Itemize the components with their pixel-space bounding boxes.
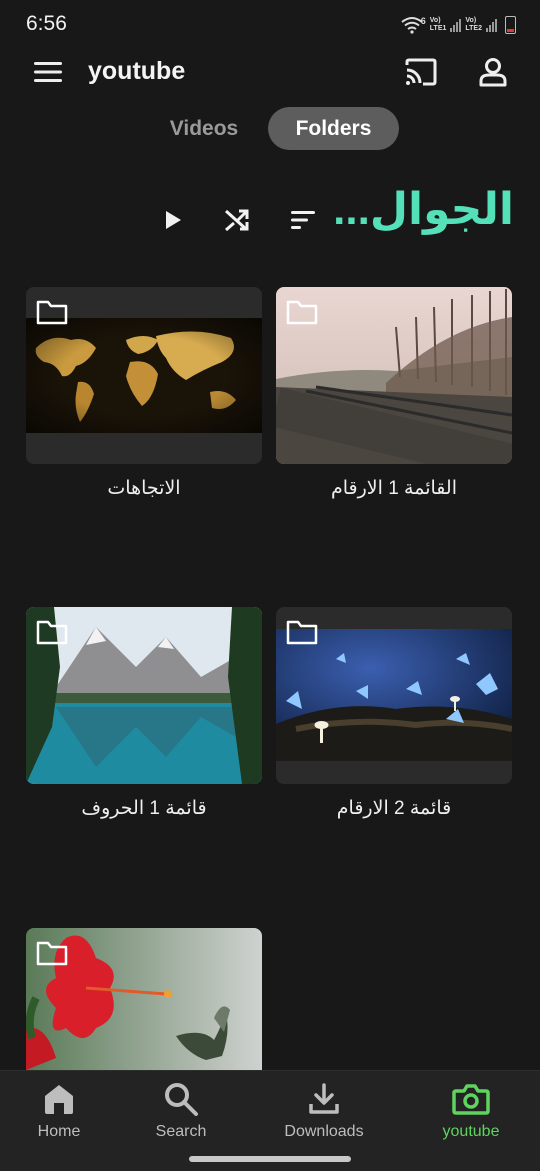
- folder-card-directions[interactable]: [26, 287, 262, 464]
- menu-button[interactable]: [26, 52, 70, 92]
- folder-label: قائمة 1 الحروف: [81, 798, 207, 819]
- status-time: 6:56: [26, 12, 67, 35]
- sort-button[interactable]: [283, 200, 323, 240]
- nav-label: Downloads: [284, 1123, 364, 1140]
- folder-icon: [36, 300, 68, 325]
- sort-icon: [291, 211, 315, 229]
- shuffle-icon: [224, 209, 249, 232]
- wifi-gen: 6: [420, 16, 426, 26]
- folder-thumbnail: [26, 318, 262, 433]
- home-indicator[interactable]: [189, 1156, 351, 1162]
- folder-icon: [36, 941, 68, 966]
- folder-card-flowers[interactable]: [26, 928, 262, 1070]
- nav-downloads[interactable]: Downloads: [264, 1079, 384, 1151]
- search-icon: [165, 1083, 198, 1116]
- wifi-icon: [401, 17, 423, 34]
- folder-card-numbers-list-1[interactable]: [276, 287, 512, 464]
- tab-folders[interactable]: Folders: [268, 107, 399, 150]
- nav-search[interactable]: Search: [121, 1079, 241, 1151]
- home-icon: [45, 1085, 73, 1114]
- folder-label: القائمة 1 الارقام: [330, 478, 457, 499]
- menu-icon: [34, 62, 62, 82]
- play-icon: [166, 211, 181, 229]
- app-title: youtube: [88, 57, 186, 85]
- folder-label: قائمة 2 الارقام: [336, 798, 452, 819]
- shuffle-button[interactable]: [217, 200, 257, 240]
- status-icons: 6 Vo) LTE1 Vo) LTE2: [401, 14, 516, 36]
- account-button[interactable]: [470, 50, 516, 94]
- folder-icon: [36, 620, 68, 645]
- cast-icon: [405, 58, 437, 86]
- camera-icon: [452, 1084, 490, 1115]
- folder-card-numbers-list-2[interactable]: [276, 607, 512, 784]
- folder-icon: [286, 620, 318, 645]
- folder-thumbnail: [276, 629, 512, 761]
- battery-icon: [505, 16, 516, 34]
- nav-label: youtube: [442, 1123, 500, 1140]
- account-icon: [479, 58, 507, 87]
- nav-label: Home: [37, 1123, 81, 1140]
- lte2-text: LTE2: [465, 25, 482, 32]
- tab-videos[interactable]: Videos: [150, 108, 258, 150]
- signal-1-icon: [450, 18, 462, 32]
- sim1-label: Vo) LTE1: [430, 17, 447, 33]
- folder-label: الاتجاهات: [107, 478, 181, 499]
- sim2-label: Vo) LTE2: [465, 17, 482, 33]
- folder-icon: [286, 300, 318, 325]
- play-all-button[interactable]: [154, 200, 192, 240]
- folder-card-letters-list-1[interactable]: [26, 607, 262, 784]
- download-icon: [309, 1083, 339, 1114]
- current-folder-title: الجوال...: [333, 185, 514, 234]
- nav-label: Search: [155, 1123, 207, 1140]
- signal-2-icon: [486, 18, 497, 32]
- cast-button[interactable]: [398, 52, 444, 92]
- volte-text: Vo): [429, 17, 441, 24]
- volte2-text: Vo): [465, 17, 477, 24]
- nav-home[interactable]: Home: [0, 1079, 119, 1151]
- nav-youtube-folder[interactable]: youtube: [411, 1079, 531, 1151]
- lte1-text: LTE1: [429, 25, 447, 32]
